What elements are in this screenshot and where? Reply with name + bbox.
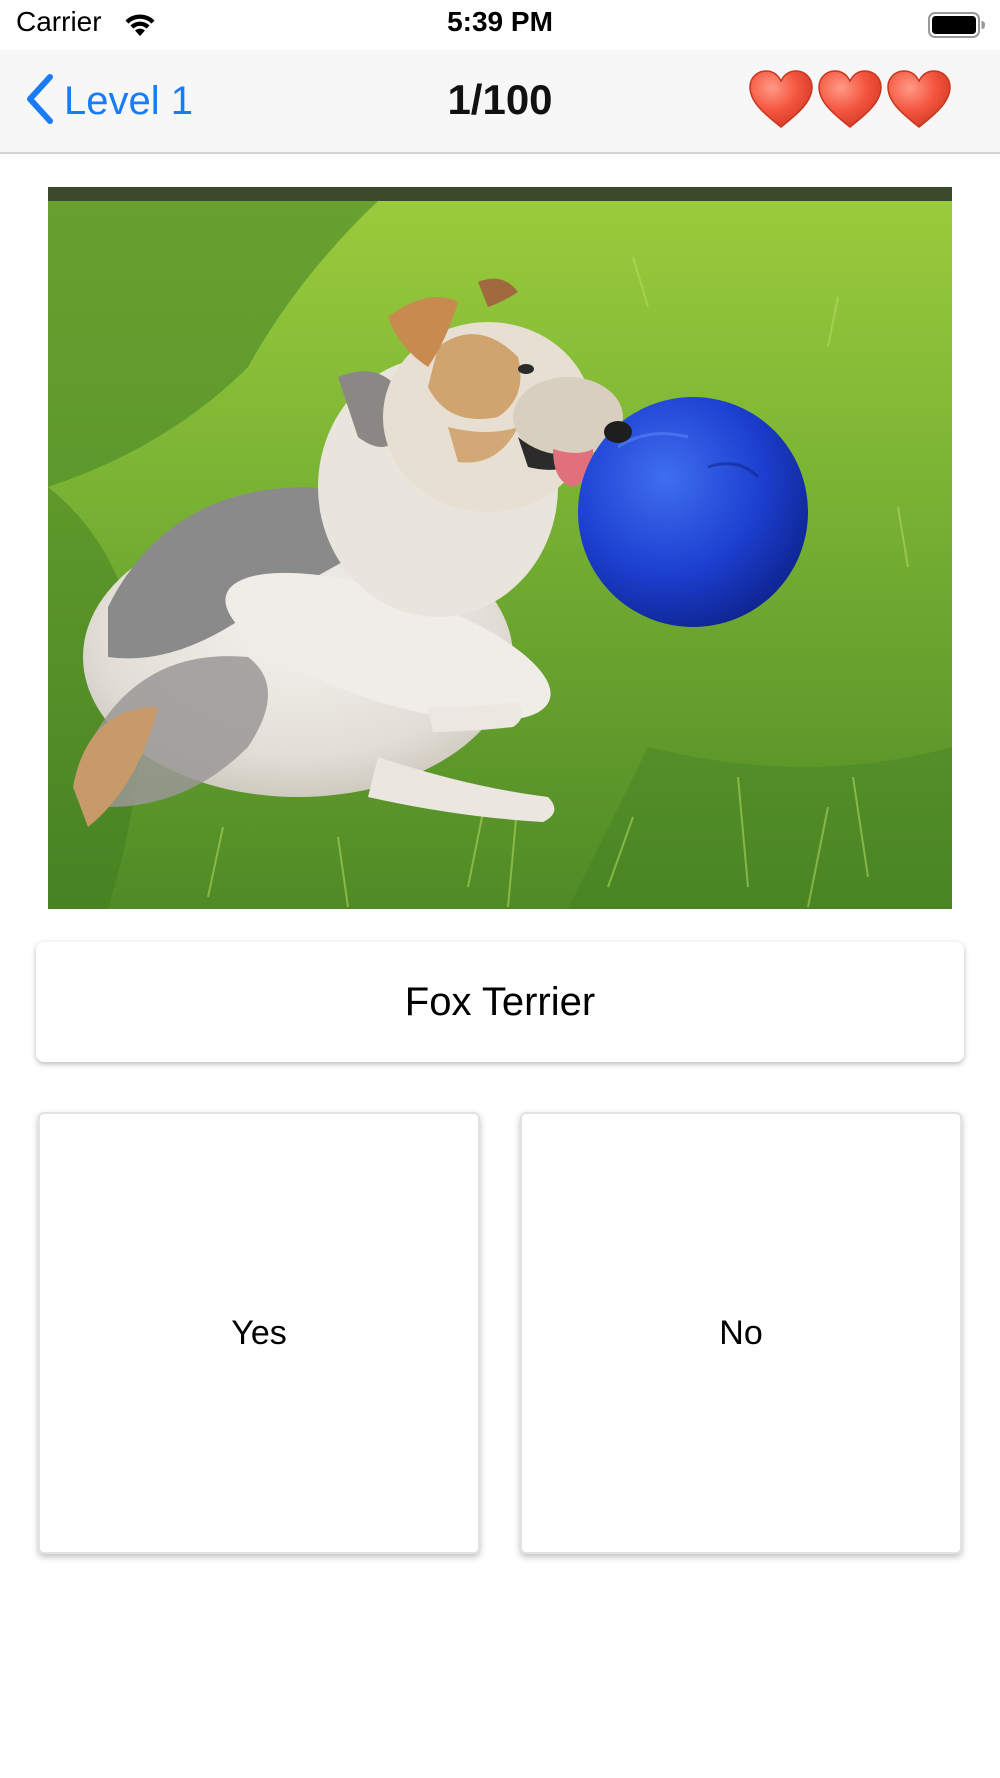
battery-full-icon bbox=[928, 11, 986, 39]
breed-name: Fox Terrier bbox=[404, 979, 596, 1024]
clock-time: 5:39 PM bbox=[447, 6, 553, 37]
no-button[interactable]: No bbox=[520, 1112, 962, 1554]
navigation-bar: Level 1 1/100 bbox=[0, 50, 1000, 154]
heart-icon bbox=[817, 70, 886, 134]
yes-button[interactable]: Yes bbox=[38, 1112, 480, 1554]
yes-button-label: Yes bbox=[231, 1313, 287, 1352]
no-button-label: No bbox=[719, 1313, 763, 1352]
quiz-screen: Carrier 5:39 PM Level 1 1/100 Fox Terrie… bbox=[0, 0, 1000, 1778]
lives-indicator bbox=[748, 70, 955, 134]
status-bar: Carrier 5:39 PM bbox=[0, 0, 1000, 50]
heart-icon bbox=[748, 70, 817, 134]
dog-photo bbox=[48, 187, 952, 909]
breed-name-card: Fox Terrier bbox=[36, 942, 964, 1062]
heart-icon bbox=[886, 70, 955, 134]
